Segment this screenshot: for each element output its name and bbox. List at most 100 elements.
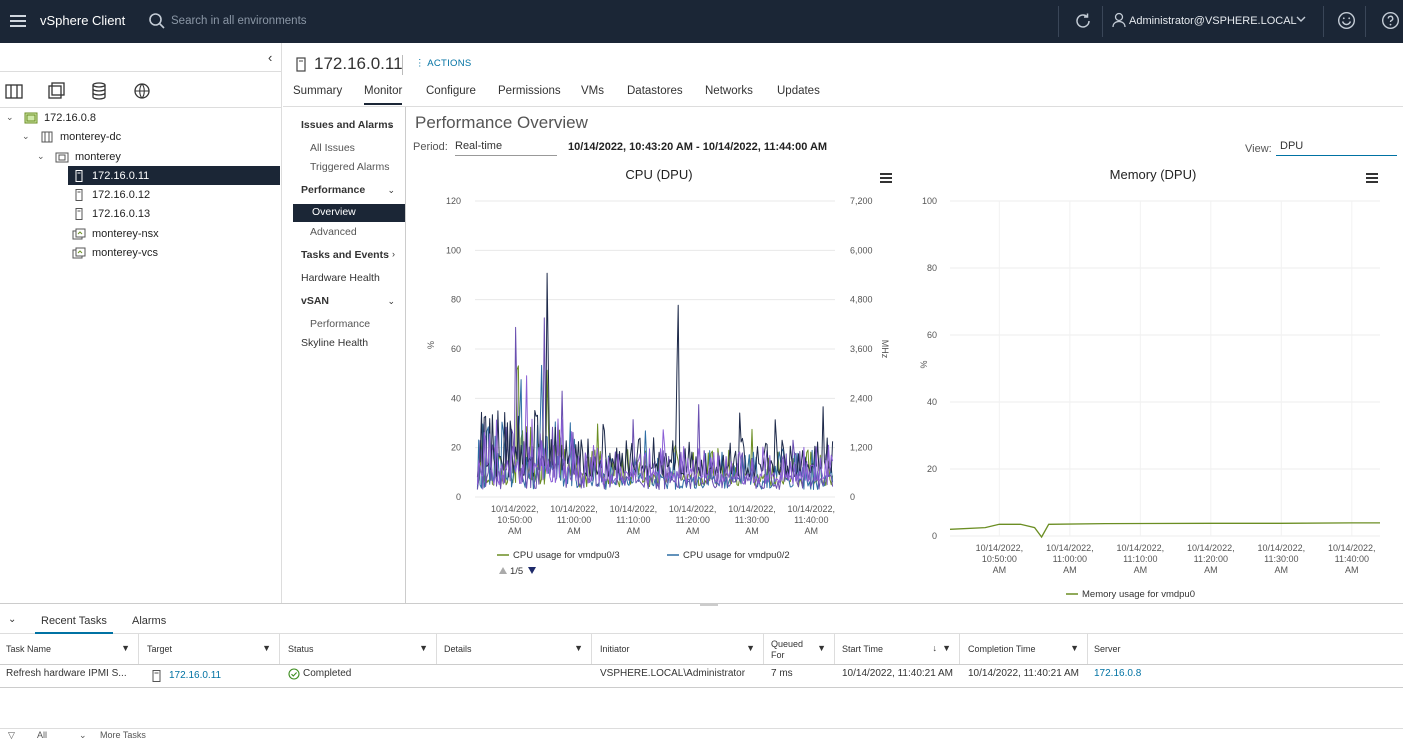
chevron-down-icon[interactable]: ⌄ bbox=[8, 614, 16, 625]
x-tick-label: 10/14/2022, bbox=[788, 504, 836, 514]
tab-summary[interactable]: Summary bbox=[293, 85, 342, 97]
subnav-all-issues[interactable]: All Issues bbox=[310, 142, 355, 154]
feedback-smiley-icon[interactable] bbox=[1337, 11, 1356, 30]
column-header[interactable]: Target ▼ bbox=[141, 634, 280, 664]
server-link[interactable]: 172.16.0.8 bbox=[1094, 668, 1141, 679]
chevron-down-icon[interactable] bbox=[1296, 14, 1306, 24]
chevron-down-icon[interactable]: ⌄ bbox=[37, 151, 49, 162]
subnav-group-vsan[interactable]: vSAN bbox=[301, 295, 329, 307]
user-menu[interactable]: Administrator@VSPHERE.LOCAL bbox=[1129, 15, 1297, 27]
tab-alarms[interactable]: Alarms bbox=[132, 615, 166, 627]
sort-descending-icon[interactable]: ↓ bbox=[933, 643, 938, 653]
chevron-down-icon[interactable]: ⌄ bbox=[6, 112, 18, 123]
time-range: 10/14/2022, 10:43:20 AM - 10/14/2022, 11… bbox=[568, 141, 828, 153]
column-header[interactable]: Details ▼ bbox=[438, 634, 592, 664]
tab-datastores[interactable]: Datastores bbox=[627, 85, 683, 97]
divider bbox=[1058, 6, 1059, 37]
collapse-pane-icon[interactable]: ‹ bbox=[268, 50, 272, 65]
subnav-hardware-health[interactable]: Hardware Health bbox=[301, 272, 380, 284]
cluster-icon bbox=[55, 152, 69, 162]
subnav-advanced[interactable]: Advanced bbox=[310, 226, 357, 238]
tab-monitor[interactable]: Monitor bbox=[364, 85, 403, 105]
hosts-clusters-icon[interactable] bbox=[4, 81, 24, 101]
column-header[interactable]: Status ▼ bbox=[282, 634, 437, 664]
tree-item-host[interactable]: 172.16.0.12 bbox=[68, 185, 268, 204]
menu-icon[interactable] bbox=[10, 12, 26, 30]
tree-item-label: monterey bbox=[75, 150, 121, 163]
filter-icon[interactable]: ▼ bbox=[574, 643, 583, 653]
status-cell: Completed bbox=[303, 668, 352, 679]
filter-icon[interactable]: ▼ bbox=[817, 643, 826, 654]
more-tasks-link[interactable]: More Tasks bbox=[100, 730, 146, 740]
tab-networks[interactable]: Networks bbox=[705, 85, 753, 97]
tab-updates[interactable]: Updates bbox=[777, 85, 820, 97]
storage-icon[interactable] bbox=[89, 81, 109, 101]
column-header[interactable]: Initiator ▼ bbox=[594, 634, 764, 664]
subnav-overview[interactable]: Overview bbox=[293, 204, 405, 222]
tab-permissions[interactable]: Permissions bbox=[498, 85, 561, 97]
tree-item-vm[interactable]: monterey-nsx bbox=[68, 224, 268, 243]
search-input[interactable]: Search in all environments bbox=[171, 15, 307, 27]
app-title[interactable]: vSphere Client bbox=[40, 13, 125, 28]
legend-prev-icon bbox=[499, 567, 507, 574]
period-select[interactable]: Real-time bbox=[455, 140, 557, 156]
filter-icon[interactable]: ▼ bbox=[942, 643, 951, 653]
filter-icon[interactable]: ▼ bbox=[746, 643, 755, 653]
tab-vms[interactable]: VMs bbox=[581, 85, 604, 97]
task-name-cell: Refresh hardware IPMI S... bbox=[6, 668, 127, 679]
help-icon[interactable] bbox=[1381, 11, 1400, 30]
all-filter[interactable]: All bbox=[37, 730, 47, 740]
column-header[interactable]: Queued For ▼ bbox=[765, 634, 835, 664]
column-header[interactable]: Completion Time ▼ bbox=[962, 634, 1088, 664]
actions-button[interactable]: ⋮ ACTIONS bbox=[415, 58, 472, 69]
x-tick-label: 11:40:00 bbox=[1335, 554, 1369, 564]
vms-templates-icon[interactable] bbox=[46, 81, 66, 101]
chevron-down-icon[interactable]: ⌄ bbox=[387, 185, 395, 196]
column-label: Completion Time bbox=[968, 644, 1036, 654]
filter-icon[interactable]: ▼ bbox=[1070, 643, 1079, 653]
chevron-down-icon[interactable]: ⌄ bbox=[22, 131, 34, 142]
user-icon[interactable] bbox=[1112, 12, 1126, 28]
y-tick-label: 20 bbox=[451, 443, 461, 453]
chevron-down-icon[interactable]: ⌄ bbox=[387, 296, 395, 307]
subnav-triggered-alarms[interactable]: Triggered Alarms bbox=[310, 161, 390, 173]
subnav-vsan-performance[interactable]: Performance bbox=[310, 318, 370, 330]
networking-icon[interactable] bbox=[132, 81, 152, 101]
subnav-group-issues[interactable]: Issues and Alarms bbox=[301, 119, 393, 131]
tab-recent-tasks[interactable]: Recent Tasks bbox=[35, 615, 113, 634]
column-header[interactable]: Start Time ↓ ▼ bbox=[836, 634, 960, 664]
x-tick-label: AM bbox=[567, 526, 581, 536]
filter-icon[interactable]: ▼ bbox=[419, 643, 428, 653]
filter-icon[interactable]: ▼ bbox=[121, 643, 130, 653]
chevron-down-icon[interactable]: ⌄ bbox=[79, 730, 87, 741]
subnav-tasks-events[interactable]: Tasks and Events bbox=[301, 249, 389, 261]
view-select[interactable]: DPU bbox=[1276, 140, 1397, 156]
legend-label: Memory usage for vmdpu0 bbox=[1082, 589, 1195, 600]
tab-configure[interactable]: Configure bbox=[426, 85, 476, 97]
target-link[interactable]: 172.16.0.11 bbox=[169, 670, 221, 681]
y-tick-label: 120 bbox=[446, 196, 461, 206]
x-tick-label: AM bbox=[686, 526, 700, 536]
tree-item-cluster[interactable]: ⌄ monterey bbox=[37, 147, 277, 166]
kebab-icon: ⋮ bbox=[415, 58, 428, 69]
refresh-icon[interactable] bbox=[1073, 11, 1093, 31]
chevron-right-icon[interactable]: › bbox=[392, 249, 395, 259]
subnav-group-performance[interactable]: Performance bbox=[301, 184, 365, 196]
recent-tasks-panel: ⌄ Recent Tasks Alarms Task Name ▼ Target ▼… bbox=[0, 603, 1403, 740]
tree-item-host[interactable]: 172.16.0.13 bbox=[68, 204, 268, 223]
tree-item-vcenter[interactable]: ⌄ 172.16.0.8 bbox=[6, 108, 276, 127]
search-icon[interactable] bbox=[148, 12, 166, 30]
tree-item-label: monterey-nsx bbox=[92, 227, 159, 240]
tree-item-host-selected[interactable]: 172.16.0.11 bbox=[68, 166, 280, 185]
filter-icon[interactable]: ▽ bbox=[8, 730, 15, 741]
filter-icon[interactable]: ▼ bbox=[262, 643, 271, 653]
host-icon bbox=[75, 207, 83, 220]
tree-item-datacenter[interactable]: ⌄ monterey-dc bbox=[22, 127, 272, 146]
tree-item-vm[interactable]: monterey-vcs bbox=[68, 243, 268, 262]
subnav-skyline-health[interactable]: Skyline Health bbox=[301, 337, 368, 349]
y-tick-label: 80 bbox=[451, 295, 461, 305]
column-header[interactable]: Server bbox=[1088, 634, 1403, 664]
vcenter-icon bbox=[24, 112, 38, 123]
chevron-down-icon[interactable]: ⌄ bbox=[387, 120, 395, 131]
column-header[interactable]: Task Name ▼ bbox=[0, 634, 139, 664]
